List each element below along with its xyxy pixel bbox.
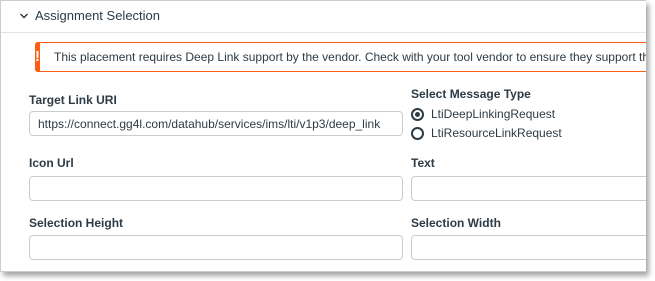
- text-input[interactable]: [411, 176, 646, 201]
- deep-link-warning-alert: ! This placement requires Deep Link supp…: [35, 41, 646, 72]
- section-title: Assignment Selection: [35, 8, 161, 23]
- selection-height-label: Selection Height: [29, 216, 124, 230]
- selection-width-label: Selection Width: [411, 216, 501, 230]
- selection-height-input[interactable]: [29, 235, 403, 260]
- target-link-uri-label: Target Link URI: [29, 93, 117, 107]
- radio-button[interactable]: [411, 107, 424, 121]
- icon-url-label: Icon Url: [29, 156, 74, 170]
- radio-option-deep-linking-request[interactable]: LtiDeepLinkingRequest: [411, 107, 555, 121]
- radio-option-label: LtiDeepLinkingRequest: [431, 107, 556, 121]
- text-label: Text: [411, 156, 435, 170]
- exclamation-icon: !: [35, 41, 40, 72]
- radio-option-resource-link-request[interactable]: LtiResourceLinkRequest: [411, 126, 562, 140]
- message-type-label: Select Message Type: [411, 87, 531, 101]
- chevron-down-icon: [19, 11, 29, 21]
- section-toggle[interactable]: Assignment Selection: [19, 8, 160, 23]
- target-link-uri-input[interactable]: [29, 111, 403, 136]
- assignment-selection-panel: Assignment Selection ! This placement re…: [0, 0, 646, 272]
- divider: [1, 32, 646, 33]
- radio-button[interactable]: [411, 126, 424, 140]
- alert-message: This placement requires Deep Link suppor…: [54, 50, 646, 64]
- selection-width-input[interactable]: [411, 235, 646, 260]
- radio-option-label: LtiResourceLinkRequest: [431, 126, 562, 140]
- icon-url-input[interactable]: [29, 176, 403, 201]
